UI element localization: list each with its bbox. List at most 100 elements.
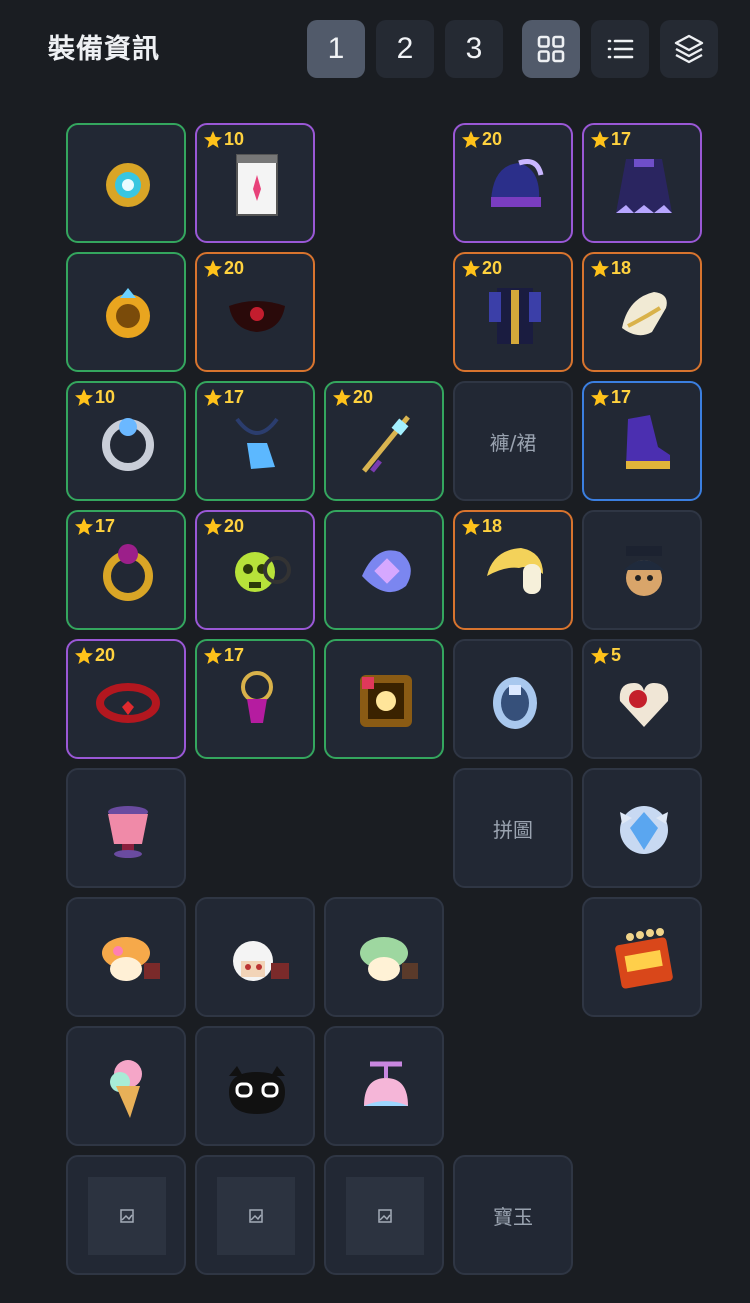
layers-icon [674,34,704,64]
star-icon [204,517,222,535]
mushroom-pet-icon [102,937,160,981]
equipment-slot[interactable]: 18 [453,510,573,630]
star-icon [333,388,351,406]
star-force-badge: 20 [332,387,373,408]
star-force-badge: 20 [74,645,115,666]
ruby-ring-icon [103,544,153,601]
slot-label: 寶玉 [493,1204,533,1229]
equipment-slot[interactable] [66,897,186,1017]
star-icon [591,130,609,148]
star-force-badge: 10 [74,387,115,408]
equipment-slot[interactable] [66,768,186,888]
page-2-button[interactable]: 2 [376,20,434,78]
star-count: 18 [611,258,632,278]
slot-label: 拼圖 [493,817,533,842]
eye-accessory-icon [229,301,285,332]
equipment-slot[interactable]: 20 [66,639,186,759]
star-force-badge: 18 [590,258,631,279]
grid-icon [537,35,565,63]
equipment-slot[interactable]: 寶玉 [453,1155,573,1275]
equipment-slot[interactable] [66,1026,186,1146]
white-hair-pet-icon [233,941,289,981]
equipment-slot[interactable]: 10 [66,381,186,501]
equipment-slot[interactable]: 5 [582,639,702,759]
list-icon [607,39,634,59]
star-count: 17 [611,387,632,407]
equipment-slot[interactable] [582,768,702,888]
equipment-slot[interactable] [195,1155,315,1275]
broken-image-icon [378,1209,392,1223]
equipment-slot[interactable] [582,510,702,630]
equipment-slot[interactable]: 10 [195,123,315,243]
star-icon [75,646,93,664]
page-3-button[interactable]: 3 [445,20,503,78]
equipment-slot[interactable] [195,1026,315,1146]
equipment-slot[interactable]: 20 [453,252,573,372]
star-icon [204,259,222,277]
page-3-label: 3 [465,32,483,65]
pocket-paper-icon [236,154,278,216]
equipment-slot[interactable]: 褲/裙 [453,381,573,501]
equipment-slot[interactable]: 17 [582,123,702,243]
star-count: 17 [611,129,632,149]
star-force-badge: 17 [74,516,115,537]
image-placeholder [217,1177,295,1255]
equipment-slot[interactable]: 20 [324,381,444,501]
broken-image-icon [120,1209,134,1223]
equipment-slot[interactable] [582,897,702,1017]
black-cat-pet-equip-icon [229,1066,285,1114]
equipment-slot[interactable]: 18 [582,252,702,372]
star-force-badge: 20 [461,258,502,279]
equipment-slot[interactable] [66,1155,186,1275]
star-icon [462,517,480,535]
equipment-slot[interactable] [66,252,186,372]
equipment-slot[interactable] [324,1155,444,1275]
equipment-slot[interactable] [324,897,444,1017]
exp-calendar-icon [615,928,673,989]
equipment-slot[interactable]: 20 [453,123,573,243]
broken-image-icon [249,1209,263,1223]
star-force-badge: 18 [461,516,502,537]
medal-icon [620,806,668,854]
star-force-badge: 20 [203,258,244,279]
equipment-slot[interactable] [324,639,444,759]
star-force-badge: 10 [203,129,244,150]
star-count: 20 [482,258,503,278]
gold-ring-icon [106,288,150,338]
star-count: 5 [611,645,622,665]
silver-ring-icon [102,418,154,471]
equipment-slot[interactable]: 17 [195,381,315,501]
star-icon [204,130,222,148]
grid-view-button[interactable] [522,20,580,78]
helmet-icon [491,159,544,207]
equipment-slot[interactable] [453,639,573,759]
layer-view-button[interactable] [660,20,718,78]
page-2-label: 2 [396,32,414,65]
equipment-slot[interactable]: 20 [195,252,315,372]
page-1-button[interactable]: 1 [307,20,365,78]
equipment-slot[interactable] [195,897,315,1017]
equipment-slot[interactable] [324,510,444,630]
image-placeholder [88,1177,166,1255]
overall-armor-icon [489,288,541,344]
equipment-slot[interactable] [324,1026,444,1146]
star-icon [591,388,609,406]
star-force-badge: 5 [590,645,621,666]
image-placeholder [346,1177,424,1255]
star-count: 20 [95,645,116,665]
ice-cream-pet-equip-icon [110,1060,142,1118]
star-icon [204,646,222,664]
equipment-slot[interactable] [66,123,186,243]
equipment-slot[interactable]: 17 [195,639,315,759]
equipment-slot[interactable]: 17 [66,510,186,630]
equipment-slot[interactable]: 拼圖 [453,768,573,888]
slot-label: 褲/裙 [489,430,537,455]
shoes-icon [626,415,670,469]
equipment-slot[interactable]: 17 [582,381,702,501]
star-count: 18 [482,516,503,536]
amulet-icon [241,671,273,723]
star-count: 10 [95,387,116,407]
star-icon [462,259,480,277]
list-view-button[interactable] [591,20,649,78]
equipment-slot[interactable]: 20 [195,510,315,630]
